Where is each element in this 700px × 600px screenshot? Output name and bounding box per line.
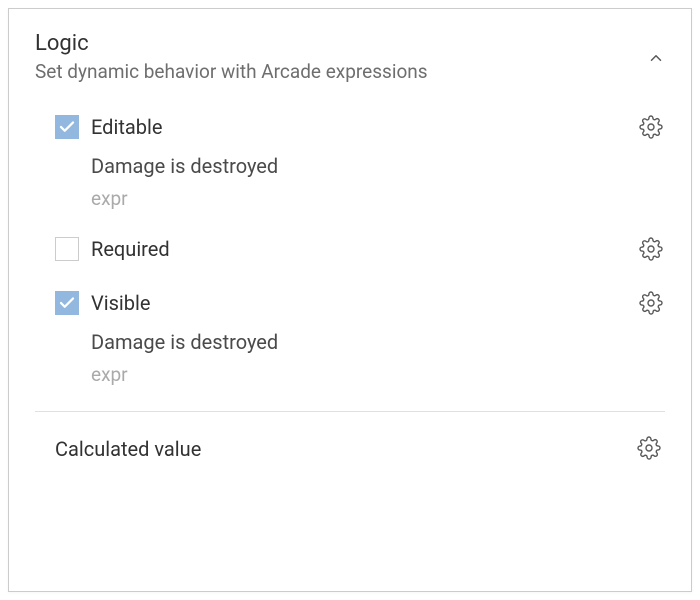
calculated-value-row: Calculated value — [35, 434, 665, 464]
editable-label: Editable — [91, 113, 639, 141]
item-required: Required — [35, 229, 665, 271]
item-body: Editable Damage is destroyed expr — [83, 113, 639, 211]
gear-icon — [639, 237, 663, 261]
visible-checkbox[interactable] — [55, 291, 79, 315]
editable-settings-button[interactable] — [639, 113, 665, 143]
gear-icon — [639, 115, 663, 139]
checkbox-wrap — [35, 235, 83, 261]
divider — [35, 411, 665, 412]
editable-expr: expr — [91, 187, 639, 211]
item-body: Visible Damage is destroyed expr — [83, 289, 639, 387]
visible-settings-button[interactable] — [639, 289, 665, 319]
visible-label: Visible — [91, 289, 639, 317]
checkbox-wrap — [35, 113, 83, 139]
panel-subtitle: Set dynamic behavior with Arcade express… — [35, 60, 647, 83]
check-icon — [58, 294, 76, 312]
header-text: Logic Set dynamic behavior with Arcade e… — [35, 31, 647, 83]
calculated-value-label: Calculated value — [55, 437, 201, 461]
required-label: Required — [91, 235, 639, 263]
checkbox-wrap — [35, 289, 83, 315]
visible-expr: expr — [91, 363, 639, 387]
gear-icon — [639, 291, 663, 315]
calculated-settings-button[interactable] — [637, 434, 663, 464]
editable-detail: Damage is destroyed — [91, 153, 639, 179]
chevron-up-icon — [647, 49, 665, 67]
item-body: Required — [83, 235, 639, 263]
item-editable: Editable Damage is destroyed expr — [35, 107, 665, 217]
panel-title: Logic — [35, 31, 647, 56]
required-checkbox[interactable] — [55, 237, 79, 261]
check-icon — [58, 118, 76, 136]
logic-items: Editable Damage is destroyed expr Requir… — [35, 107, 665, 393]
logic-panel: Logic Set dynamic behavior with Arcade e… — [8, 8, 692, 592]
visible-detail: Damage is destroyed — [91, 329, 639, 355]
editable-checkbox[interactable] — [55, 115, 79, 139]
gear-icon — [637, 436, 661, 460]
item-visible: Visible Damage is destroyed expr — [35, 283, 665, 393]
panel-header: Logic Set dynamic behavior with Arcade e… — [35, 31, 665, 83]
collapse-toggle[interactable] — [647, 49, 665, 71]
required-settings-button[interactable] — [639, 235, 665, 265]
